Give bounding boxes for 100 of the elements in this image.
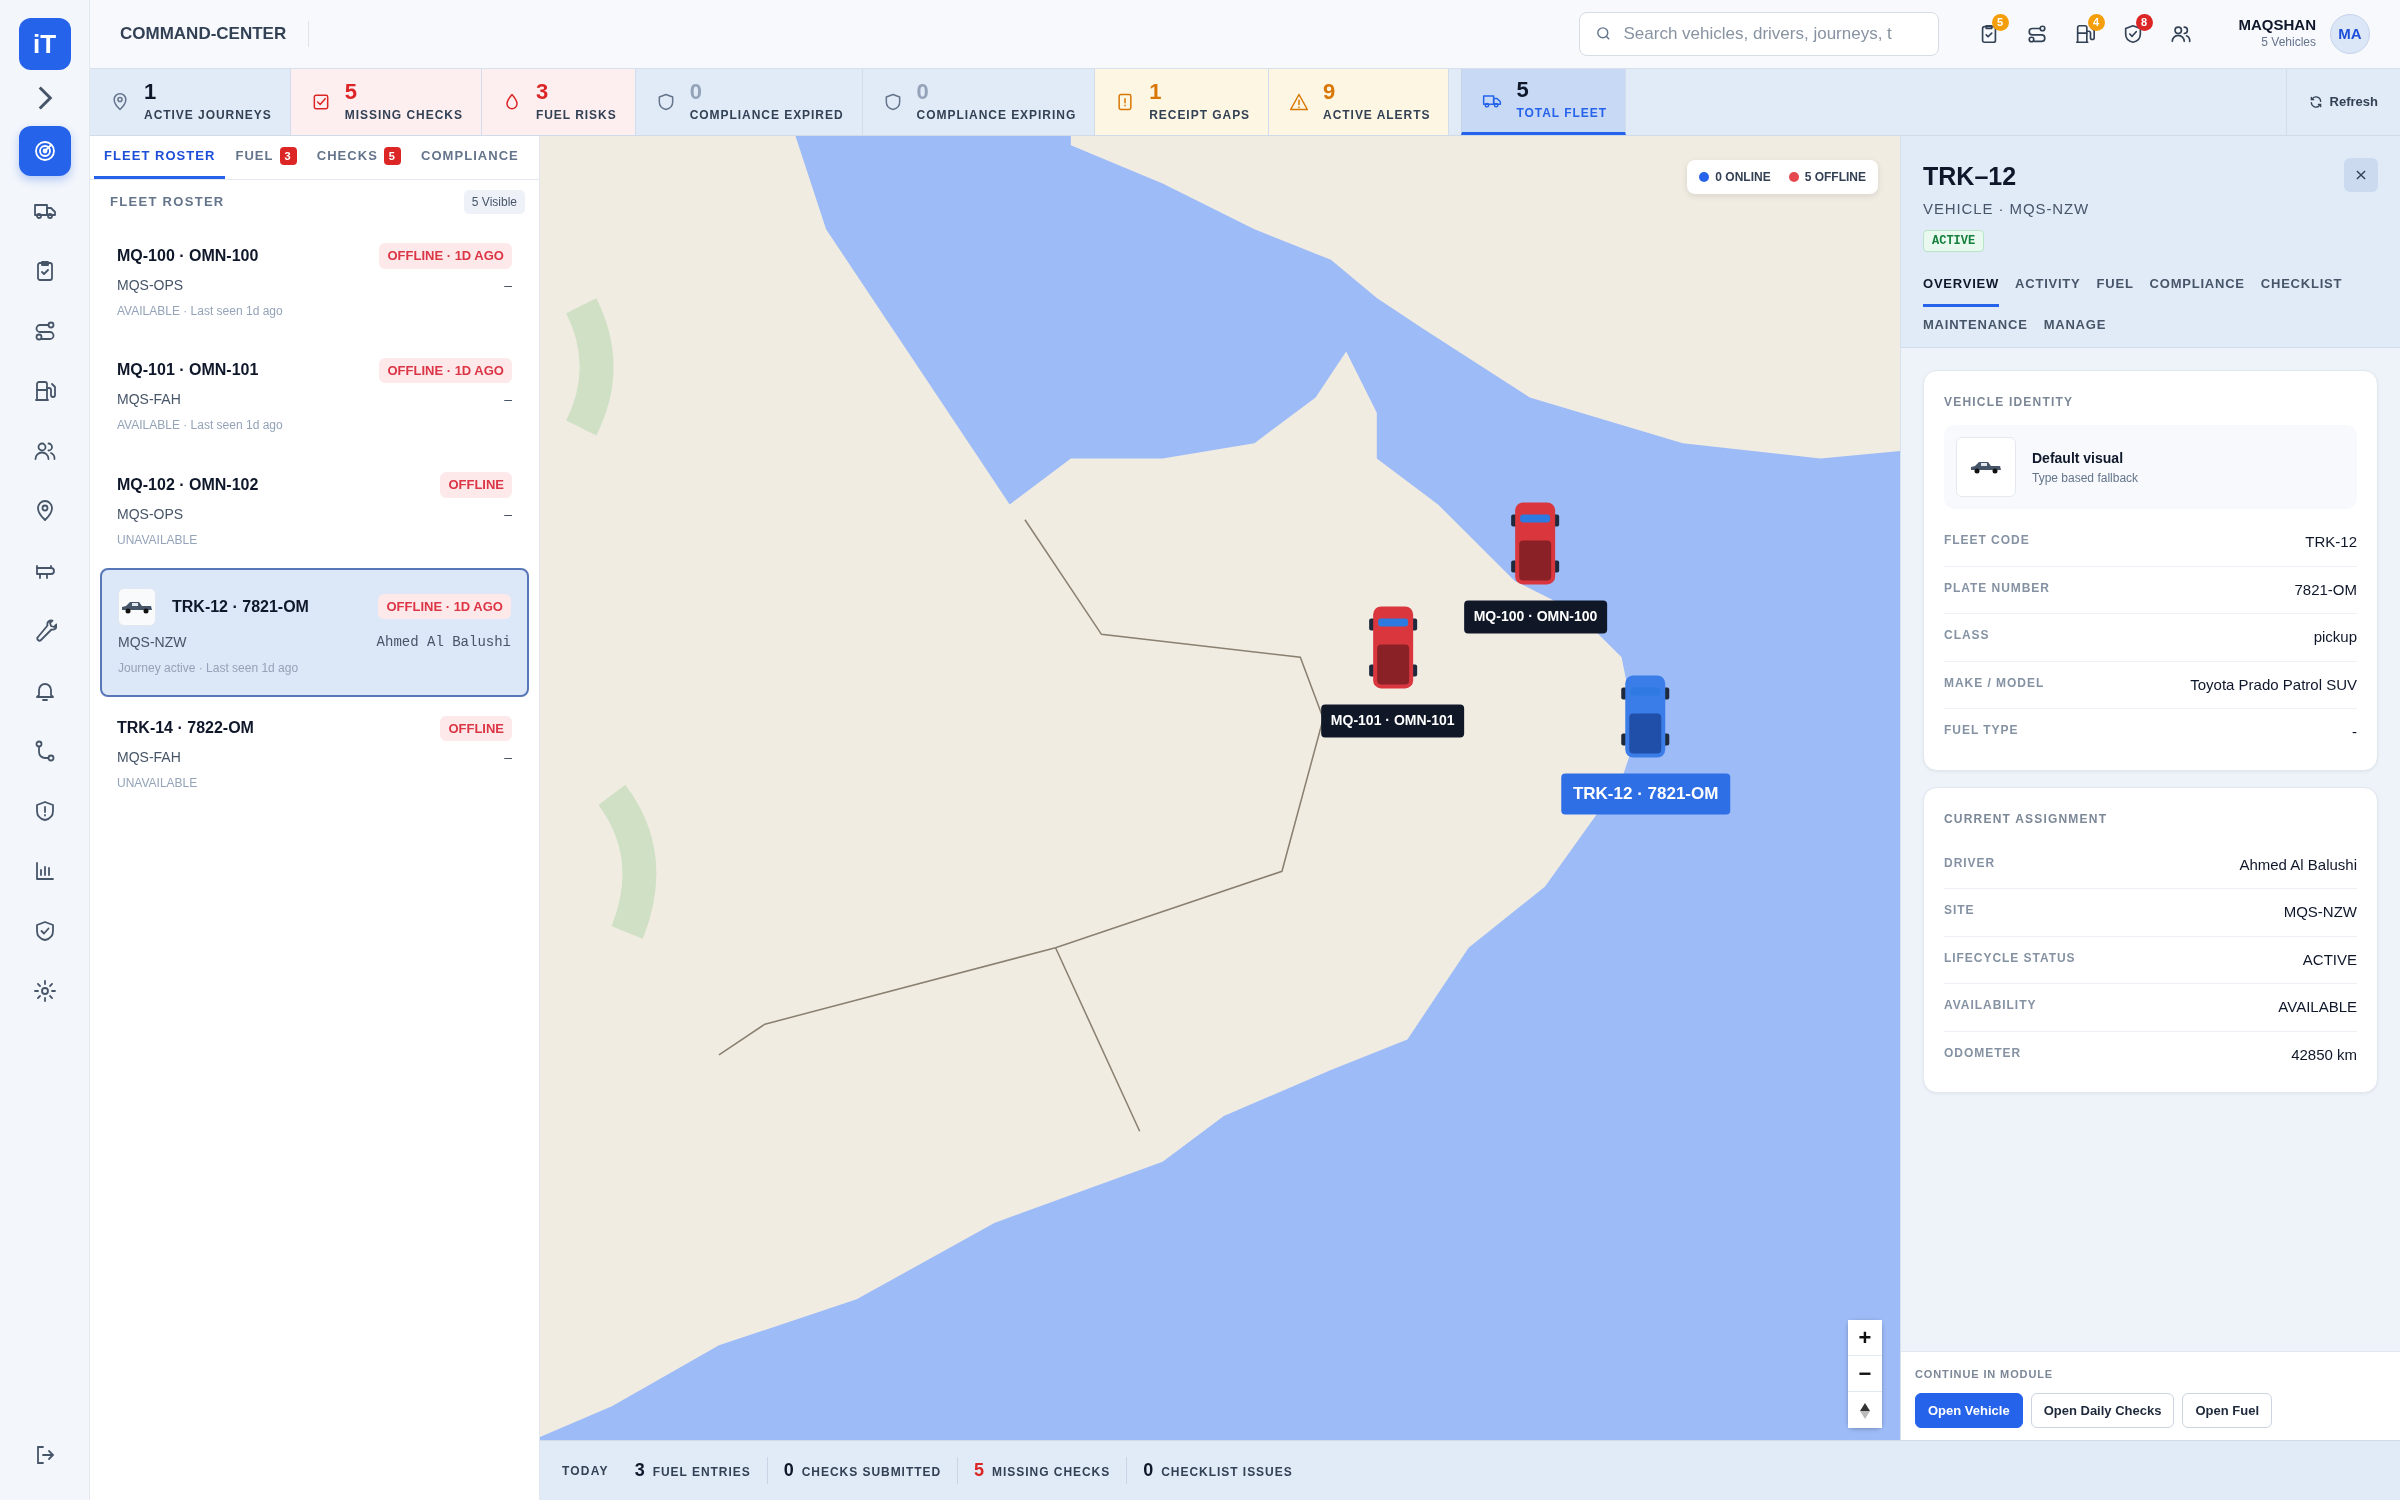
refresh-button[interactable]: Refresh [2285, 69, 2400, 135]
detail-tab[interactable]: OVERVIEW [1923, 266, 2000, 307]
field-value: Ahmed Al Balushi [2239, 854, 2357, 875]
field-label: LIFECYCLE STATUS [1944, 949, 2076, 967]
kpi-tile[interactable]: 9 ACTIVE ALERTS [1269, 69, 1450, 135]
module-button[interactable]: Open Daily Checks [2030, 1392, 2175, 1428]
notification-count: 8 [2135, 14, 2153, 31]
driver-name: – [504, 748, 512, 767]
vehicle-marker[interactable] [1366, 604, 1419, 691]
kpi-value: 5 [344, 80, 358, 103]
search-field[interactable]: Search vehicles, drivers, journeys, t [1578, 12, 1939, 56]
panel-tab[interactable]: FLEET ROSTER [94, 136, 226, 179]
footer-title: CONTINUE IN MODULE [1915, 1367, 2055, 1382]
kpi-value: 0 [689, 80, 703, 103]
kpi-value: 1 [1149, 80, 1163, 103]
stat-label: CHECKLIST ISSUES [1161, 1464, 1293, 1481]
close-icon [2354, 168, 2368, 182]
marker-label: MQ-100 · OMN-100 [1463, 600, 1608, 634]
zoom-out-button[interactable]: − [1848, 1356, 1882, 1392]
stat-value: 0 [1143, 1459, 1154, 1482]
field-value: MQS-NZW [2283, 902, 2357, 922]
field-value: pickup [2313, 627, 2357, 647]
warning-icon [1289, 92, 1310, 112]
vehicle-name: TRK-12 · 7821-OM [172, 596, 309, 617]
visual-title: Default visual [2032, 448, 2125, 468]
detail-tab[interactable]: ACTIVITY [2015, 266, 2081, 307]
detail-tab[interactable]: FUEL [2096, 266, 2134, 307]
compass-button[interactable] [1848, 1392, 1882, 1428]
user-name: MAQSHAN [2238, 16, 2316, 34]
field-value: TRK-12 [2305, 532, 2357, 552]
status-badge: OFFLINE · 1D AGO [379, 357, 512, 383]
panel-tab[interactable]: COMPLIANCE [411, 136, 529, 179]
field-value: - [2352, 722, 2357, 742]
users-icon [2169, 23, 2192, 45]
kpi-label: COMPLIANCE EXPIRING [916, 106, 1077, 124]
stat-value: 0 [783, 1459, 794, 1482]
vehicle-list-item[interactable]: MQ-102 · OMN-102 OFFLINE MQS-OPS – UNAVAILABLE [100, 453, 529, 568]
vehicle-list-item[interactable]: MQ-100 · OMN-100 OFFLINE · 1D AGO MQS-OPS – AVAILABLE · Last seen 1d ago [100, 224, 529, 339]
detail-tab[interactable]: MANAGE [2043, 306, 2107, 347]
stat-label: MISSING CHECKS [992, 1464, 1111, 1481]
zoom-in-button[interactable]: + [1848, 1320, 1882, 1356]
field-value: Toyota Prado Patrol SUV [2190, 674, 2357, 695]
kpi-value: 5 [1516, 79, 1530, 101]
status-badge: OFFLINE [440, 715, 512, 741]
map-pin-icon [110, 92, 130, 112]
kpi-tile[interactable]: 3 FUEL RISKS [481, 69, 636, 135]
vehicle-detail: UNAVAILABLE [117, 531, 199, 549]
vehicle-detail: AVAILABLE · Last seen 1d ago [117, 302, 284, 320]
kpi-label: ACTIVE JOURNEYS [144, 106, 272, 124]
field-label: DRIVER [1944, 854, 1996, 872]
vehicle-list-item[interactable]: TRK-14 · 7822-OM OFFLINE MQS-FAH – UNAVAILABLE [100, 696, 529, 811]
compass-icon [1859, 1402, 1871, 1421]
notification-count: 5 [1991, 14, 2009, 31]
kpi-label: MISSING CHECKS [344, 106, 463, 124]
stat-label: CHECKS SUBMITTED [801, 1464, 942, 1481]
fuel-pump-icon [32, 379, 57, 403]
detail-tab[interactable]: CHECKLIST [2260, 266, 2343, 307]
module-button[interactable]: Open Vehicle [1915, 1392, 2023, 1428]
field-label: ODOMETER [1944, 1044, 2021, 1062]
close-button[interactable] [2344, 158, 2378, 192]
pickup-truck-icon [1969, 459, 2003, 475]
kpi-value: 3 [535, 80, 550, 103]
vehicle-list-item[interactable]: MQ-101 · OMN-101 OFFLINE · 1D AGO MQS-FAH – AVAILABLE · Last seen 1d ago [100, 338, 529, 453]
stat-label: FUEL ENTRIES [652, 1464, 751, 1481]
kpi-tile[interactable]: 5 MISSING CHECKS [290, 69, 482, 135]
marker-label: MQ-101 · OMN-101 [1320, 704, 1465, 738]
vehicle-site: MQS-OPS [117, 504, 184, 524]
kpi-value: 1 [144, 80, 158, 103]
refresh-icon [2308, 95, 2323, 109]
vehicle-marker[interactable] [1619, 673, 1672, 760]
kpi-label: TOTAL FLEET [1516, 105, 1607, 122]
visible-count: 5 Visible [463, 190, 525, 214]
field-label: AVAILABILITY [1944, 997, 2037, 1014]
panel-tab[interactable]: CHECKS 5 [306, 136, 412, 179]
vehicle-list-item[interactable]: TRK-12 · 7821-OM OFFLINE · 1D AGO MQS-NZW Ahmed Al Balushi Journey active · Last seen 1d ago [100, 567, 529, 697]
kpi-label: RECEIPT GAPS [1149, 106, 1251, 124]
vehicle-marker[interactable] [1509, 500, 1562, 587]
module-button[interactable]: Open Fuel [2182, 1392, 2272, 1428]
panel-tab[interactable]: FUEL 3 [225, 136, 307, 179]
toolbar-icon-button[interactable]: 8 [2112, 14, 2153, 54]
radar-icon [32, 139, 57, 163]
detail-tab[interactable]: COMPLIANCE [2149, 266, 2245, 307]
detail-tab[interactable]: MAINTENANCE [1923, 306, 2028, 347]
field-value: 42850 km [2291, 1044, 2357, 1065]
field-label: FLEET CODE [1944, 532, 2030, 549]
app-logo: iT [18, 18, 71, 70]
kpi-label: FUEL RISKS [535, 106, 617, 124]
kpi-tile[interactable]: 1 RECEIPT GAPS [1095, 69, 1270, 135]
app-title: COMMAND-CENTER [120, 21, 310, 47]
user-avatar[interactable]: MA [2330, 14, 2370, 54]
section-title: FLEET ROSTER [110, 193, 225, 212]
vehicle-title: TRK–12 [1923, 161, 2018, 192]
stat-value: 3 [634, 1459, 645, 1482]
kpi-tile[interactable]: 5 TOTAL FLEET [1461, 69, 1626, 135]
sidebar-nav-item[interactable] [18, 126, 71, 176]
vehicle-site: MQS-OPS [117, 275, 184, 295]
status-badge: OFFLINE · 1D AGO [378, 593, 511, 620]
field-label: SITE [1944, 902, 1975, 919]
field-label: MAKE / MODEL [1944, 674, 2045, 692]
vehicle-subtitle: VEHICLE · MQS-NZW [1923, 198, 2090, 219]
